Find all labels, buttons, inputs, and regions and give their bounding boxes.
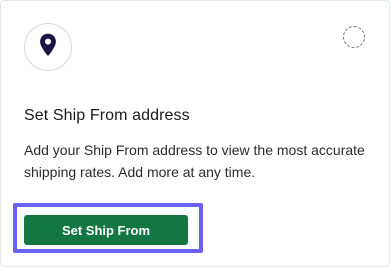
card-description: Add your Ship From address to view the m… [24,142,365,180]
ship-from-setup-card: Set Ship From address Add your Ship From… [0,0,390,267]
set-ship-from-button[interactable]: Set Ship From [24,215,188,245]
location-icon-badge [24,23,72,71]
location-pin-icon [39,33,57,62]
card-title: Set Ship From address [24,107,190,124]
incomplete-status-icon [343,26,365,48]
